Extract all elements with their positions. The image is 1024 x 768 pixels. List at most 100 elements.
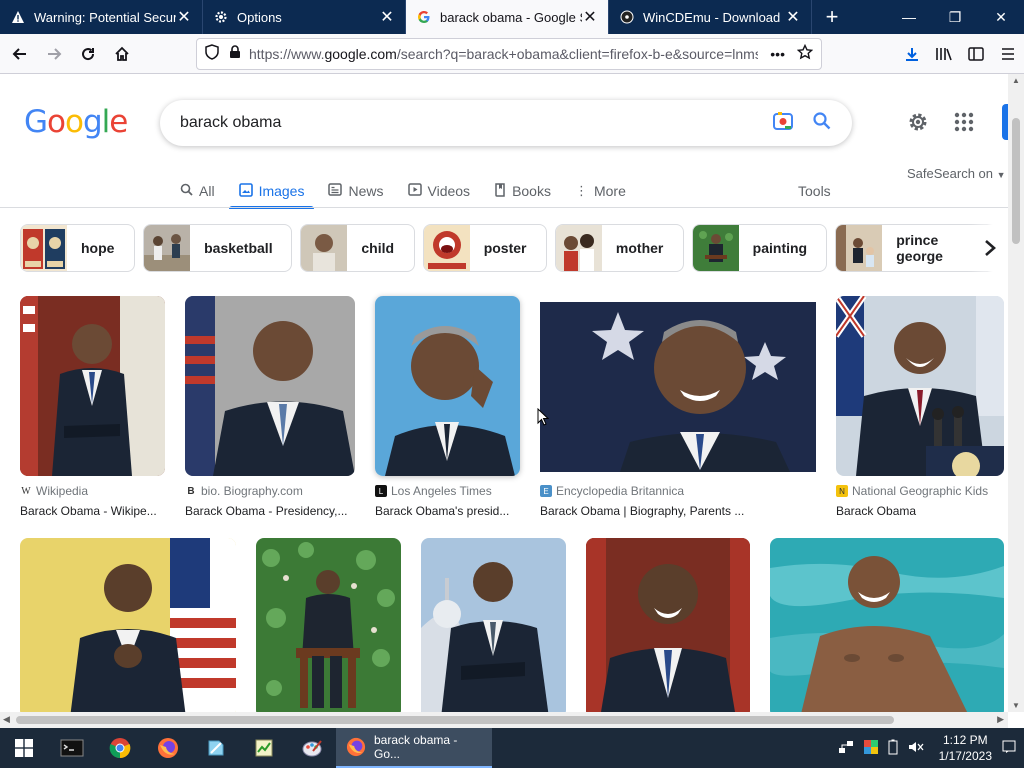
new-tab-button[interactable]: + [812, 0, 852, 34]
result-thumbnail[interactable] [375, 296, 520, 476]
firefox-icon[interactable] [144, 728, 192, 768]
result-title[interactable]: Barack Obama - Wikipe... [20, 504, 165, 518]
result-title[interactable]: Barack Obama - Presidency,... [185, 504, 355, 518]
scroll-right-icon[interactable]: ▶ [997, 714, 1004, 725]
task-manager-icon[interactable] [240, 728, 288, 768]
safesearch-toggle[interactable]: SafeSearch on ▼ [907, 166, 1006, 181]
library-icon[interactable] [928, 38, 960, 70]
browser-tab-google-search[interactable]: barack obama - Google Search ✕ [406, 0, 609, 34]
tab-images[interactable]: Images [228, 174, 315, 209]
result-thumbnail[interactable] [540, 302, 816, 476]
image-result[interactable] [586, 538, 750, 712]
bookmark-star-icon[interactable] [796, 43, 814, 65]
home-icon[interactable] [106, 38, 138, 70]
settings-gear-icon[interactable] [906, 110, 930, 139]
image-result[interactable]: N National Geographic Kids Barack Obama [836, 296, 1004, 518]
battery-icon[interactable] [888, 739, 898, 758]
sidebar-icon[interactable] [960, 38, 992, 70]
taskbar-clock[interactable]: 1:12 PM 1/17/2023 [939, 732, 992, 764]
tab-all[interactable]: All [180, 174, 215, 208]
result-thumbnail[interactable] [20, 538, 236, 712]
tools-button[interactable]: Tools [798, 174, 831, 208]
paint-icon[interactable] [288, 728, 336, 768]
forward-arrow-icon[interactable] [38, 38, 70, 70]
result-thumbnail[interactable] [20, 296, 165, 476]
taskbar-firefox-window[interactable]: barack obama - Go... [336, 728, 492, 768]
image-result[interactable] [421, 538, 566, 712]
image-result[interactable]: W Wikipedia Barack Obama - Wikipe... [20, 296, 165, 518]
download-icon[interactable] [896, 38, 928, 70]
result-thumbnail[interactable] [586, 538, 750, 712]
search-icon[interactable] [812, 111, 832, 136]
scroll-up-icon[interactable]: ▲ [1012, 76, 1020, 85]
image-result[interactable]: E Encyclopedia Britannica Barack Obama | … [540, 296, 816, 518]
search-box[interactable]: barack obama [160, 100, 852, 146]
terminal-icon[interactable] [48, 728, 96, 768]
color-app-icon[interactable] [863, 739, 878, 757]
notifications-icon[interactable] [1002, 740, 1016, 757]
image-result[interactable]: Bbio. Biography.com Barack Obama - Presi… [185, 296, 355, 518]
chip-mother[interactable]: mother [554, 224, 684, 272]
close-tab-icon[interactable]: ✕ [379, 7, 395, 27]
chip-hope[interactable]: hope [20, 224, 136, 272]
browser-tab-wincdemu[interactable]: WinCDEmu - Download ✕ [609, 0, 812, 34]
volume-muted-icon[interactable] [908, 740, 924, 757]
tab-more[interactable]: ⋮ More [575, 174, 626, 208]
windows-start-icon[interactable] [0, 728, 48, 768]
result-thumbnail[interactable] [256, 538, 401, 712]
result-thumbnail[interactable] [185, 296, 355, 476]
close-tab-icon[interactable]: ✕ [785, 7, 801, 27]
close-tab-icon[interactable]: ✕ [582, 7, 598, 27]
chrome-icon[interactable] [96, 728, 144, 768]
tab-videos[interactable]: Videos [407, 174, 470, 208]
restore-icon[interactable]: ❐ [932, 0, 978, 34]
result-source[interactable]: E Encyclopedia Britannica [540, 484, 816, 498]
apps-grid-icon[interactable] [952, 110, 976, 139]
vertical-scrollbar[interactable]: ▲ ▼ [1008, 74, 1024, 712]
app-menu-icon[interactable] [992, 38, 1024, 70]
scroll-down-icon[interactable]: ▼ [1012, 701, 1020, 710]
result-title[interactable]: Barack Obama [836, 504, 1004, 518]
chip-painting[interactable]: painting [691, 224, 828, 272]
result-title[interactable]: Barack Obama | Biography, Parents ... [540, 504, 816, 518]
google-logo[interactable]: Google [24, 104, 128, 140]
chip-basketball[interactable]: basketball [143, 224, 293, 272]
browser-tab-options[interactable]: Options ✕ [203, 0, 406, 34]
address-bar[interactable]: https://www.google.com/search?q=barack+o… [196, 38, 822, 70]
tab-books[interactable]: Books [494, 174, 551, 208]
result-thumbnail[interactable] [421, 538, 566, 712]
shield-icon[interactable] [205, 43, 219, 65]
page-actions-icon[interactable]: ••• [770, 46, 785, 62]
chip-poster[interactable]: poster [422, 224, 547, 272]
reload-icon[interactable] [72, 38, 104, 70]
search-input[interactable]: barack obama [180, 114, 772, 132]
horizontal-scrollbar[interactable]: ◀ ▶ [0, 712, 1008, 728]
result-title[interactable]: Barack Obama's presid... [375, 504, 520, 518]
result-thumbnail[interactable] [836, 296, 1004, 476]
scrollbar-thumb[interactable] [1012, 118, 1020, 244]
result-source[interactable]: W Wikipedia [20, 484, 165, 498]
result-source[interactable]: N National Geographic Kids [836, 484, 1004, 498]
close-window-icon[interactable]: ✕ [978, 0, 1024, 34]
minimize-icon[interactable]: — [886, 0, 932, 34]
close-tab-icon[interactable]: ✕ [176, 7, 192, 27]
disk-image-icon[interactable] [192, 728, 240, 768]
tab-label: Warning: Potential Security Risk [34, 9, 176, 25]
back-arrow-icon[interactable] [4, 38, 36, 70]
header-divider [0, 207, 1008, 208]
scrollbar-thumb[interactable] [16, 716, 894, 724]
chip-child[interactable]: child [300, 224, 415, 272]
camera-lens-icon[interactable] [772, 111, 794, 136]
image-result[interactable] [20, 538, 236, 712]
result-source[interactable]: L Los Angeles Times [375, 484, 520, 498]
tab-news[interactable]: News [328, 174, 384, 208]
image-result[interactable] [770, 538, 1004, 712]
result-thumbnail[interactable] [770, 538, 1004, 712]
network-icon[interactable] [838, 740, 854, 757]
image-result[interactable]: L Los Angeles Times Barack Obama's presid… [375, 296, 520, 518]
scroll-left-icon[interactable]: ◀ [3, 714, 10, 725]
browser-tab-security-warning[interactable]: Warning: Potential Security Risk ✕ [0, 0, 203, 34]
image-result[interactable] [256, 538, 401, 712]
lock-icon[interactable] [229, 44, 241, 64]
result-source[interactable]: Bbio. Biography.com [185, 484, 355, 498]
